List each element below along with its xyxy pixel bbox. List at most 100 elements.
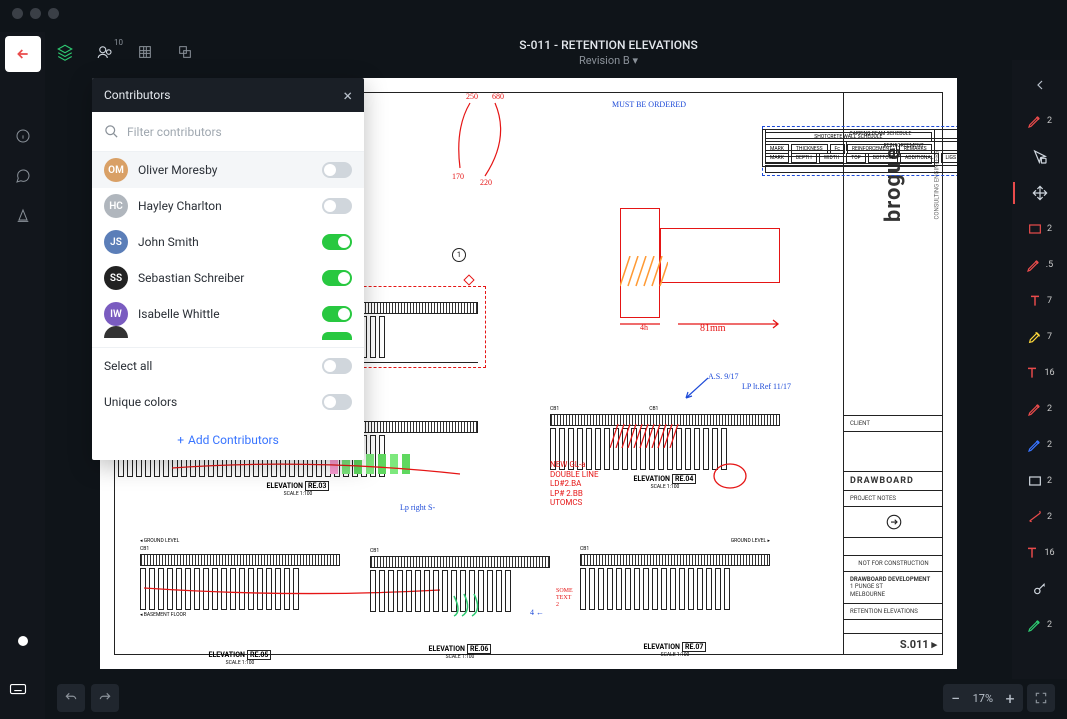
avatar: OM bbox=[104, 158, 128, 182]
rect-icon bbox=[1027, 221, 1043, 237]
node-marker: 1 bbox=[452, 248, 466, 262]
contributor-toggle[interactable] bbox=[322, 162, 352, 178]
hatch-icon bbox=[620, 256, 668, 296]
unique-colors-toggle[interactable] bbox=[322, 394, 352, 410]
compare-icon[interactable] bbox=[165, 34, 205, 70]
right-toolbar: 2 2 .5 7 7 16 2 2 2 2 16 2 bbox=[1012, 60, 1067, 679]
revision-dropdown[interactable]: Revision B ▾ bbox=[205, 54, 1012, 67]
fullscreen-button[interactable] bbox=[1027, 684, 1055, 712]
pen-icon bbox=[1027, 437, 1043, 453]
redo-button[interactable] bbox=[91, 684, 119, 712]
info-icon[interactable] bbox=[5, 118, 41, 154]
minimize-dot[interactable] bbox=[30, 8, 41, 19]
close-icon[interactable]: × bbox=[343, 86, 352, 105]
pen-icon bbox=[1026, 257, 1042, 273]
cursor-tool[interactable] bbox=[1018, 142, 1062, 172]
contributor-row[interactable]: IW Isabelle Whittle bbox=[92, 296, 364, 332]
title-block: brogue CONSULTING ENGINEERS CLIENT DRAWB… bbox=[843, 92, 943, 655]
chat-icon[interactable] bbox=[5, 158, 41, 194]
contributor-toggle[interactable] bbox=[322, 198, 352, 214]
bottom-bar: − 17% + bbox=[45, 677, 1067, 719]
zoom-out-button[interactable]: − bbox=[943, 684, 969, 712]
key-tool[interactable] bbox=[1018, 574, 1062, 604]
elevation-re07: GROUND LEVEL ▸ CB1 ELEVATIONRE.07 SCALE … bbox=[580, 538, 770, 658]
highlighter-tool[interactable]: 7 bbox=[1018, 322, 1062, 352]
back-button[interactable] bbox=[5, 36, 41, 72]
elevation-re05: ◂ GROUND LEVEL CB1 ◂ BASEMENT FLOOR ELEV… bbox=[140, 538, 340, 666]
plus-icon: + bbox=[177, 433, 184, 447]
undo-button[interactable] bbox=[57, 684, 85, 712]
north-arrow-icon bbox=[844, 506, 943, 537]
cone-icon[interactable] bbox=[5, 198, 41, 234]
layers-icon[interactable] bbox=[45, 34, 85, 70]
unique-colors-row[interactable]: Unique colors bbox=[92, 384, 364, 420]
text-tool[interactable]: 16 bbox=[1018, 358, 1062, 388]
filter-contributors-input[interactable] bbox=[127, 125, 352, 139]
contributor-name: Oliver Moresby bbox=[138, 163, 312, 177]
chevron-left-tool[interactable] bbox=[1018, 70, 1062, 100]
document-title: S-011 - RETENTION ELEVATIONS bbox=[205, 38, 1012, 52]
line-tool[interactable]: 2 bbox=[1018, 502, 1062, 532]
pen-tool[interactable]: 2 bbox=[1018, 430, 1062, 460]
line-icon bbox=[1027, 509, 1043, 525]
red-detail-horiz bbox=[660, 228, 780, 283]
move-icon bbox=[1032, 185, 1048, 201]
cursor-icon bbox=[1032, 149, 1048, 165]
drawboard-logo: DRAWBOARD bbox=[844, 471, 943, 490]
key-icon bbox=[1032, 581, 1048, 597]
zoom-in-button[interactable]: + bbox=[997, 684, 1023, 712]
panel-title: Contributors bbox=[104, 88, 170, 102]
contributor-row[interactable]: SS Sebastian Schreiber bbox=[92, 260, 364, 296]
contributor-name: Sebastian Schreiber bbox=[138, 271, 312, 285]
pen-icon bbox=[1027, 401, 1043, 417]
contributor-toggle[interactable] bbox=[322, 306, 352, 322]
pen-tool[interactable]: 2 bbox=[1018, 394, 1062, 424]
red-hatch bbox=[610, 424, 680, 448]
red-arrows bbox=[450, 98, 610, 188]
highlighter-icon bbox=[1027, 329, 1043, 345]
grid-icon[interactable] bbox=[125, 34, 165, 70]
window-traffic-lights bbox=[12, 8, 59, 19]
pen-tool[interactable]: .5 bbox=[1018, 250, 1062, 280]
zoom-dot[interactable] bbox=[48, 8, 59, 19]
contributor-name: Hayley Charlton bbox=[138, 199, 312, 213]
contributor-toggle[interactable] bbox=[322, 270, 352, 286]
pen-tool[interactable]: 2 bbox=[1018, 610, 1062, 640]
avatar: JS bbox=[104, 230, 128, 254]
text-icon bbox=[1024, 545, 1040, 561]
text-icon bbox=[1027, 293, 1043, 309]
search-icon bbox=[104, 124, 119, 139]
contributors-icon[interactable]: 10 bbox=[85, 34, 125, 70]
contributor-name: John Smith bbox=[138, 235, 312, 249]
pen-icon bbox=[1027, 617, 1043, 633]
contributor-row[interactable]: HC Hayley Charlton bbox=[92, 188, 364, 224]
chevron-down-icon: ▾ bbox=[633, 54, 639, 67]
add-contributors-button[interactable]: + Add Contributors bbox=[92, 420, 364, 460]
pen-tool[interactable]: 2 bbox=[1018, 106, 1062, 136]
text-tool[interactable]: 7 bbox=[1018, 286, 1062, 316]
rect-icon bbox=[1027, 473, 1043, 489]
text-tool[interactable]: 16 bbox=[1018, 538, 1062, 568]
contributor-row[interactable]: OM Oliver Moresby bbox=[92, 152, 364, 188]
select-all-toggle[interactable] bbox=[322, 358, 352, 374]
keyboard-icon[interactable] bbox=[0, 671, 36, 707]
avatar: HC bbox=[104, 194, 128, 218]
contributors-panel: Contributors × OM Oliver Moresby HC Hayl… bbox=[92, 78, 364, 460]
rect-tool[interactable]: 2 bbox=[1018, 214, 1062, 244]
pen-icon bbox=[1027, 113, 1043, 129]
contributor-row[interactable]: JS John Smith bbox=[92, 224, 364, 260]
move-tool[interactable] bbox=[1018, 178, 1062, 208]
close-dot[interactable] bbox=[12, 8, 23, 19]
top-bar: 10 S-011 - RETENTION ELEVATIONS Revision… bbox=[45, 32, 1012, 72]
text-icon bbox=[1024, 365, 1040, 381]
avatar: SS bbox=[104, 266, 128, 290]
shotcrete-wall-schedule: SHOTCRETE WALL SCHEDULE MARKTHICKNESSFcR… bbox=[762, 129, 935, 167]
avatar: IW bbox=[104, 302, 128, 326]
contributor-toggle[interactable] bbox=[322, 234, 352, 250]
status-indicator bbox=[5, 623, 41, 659]
select-all-row[interactable]: Select all bbox=[92, 348, 364, 384]
chevron-left-icon bbox=[1032, 77, 1048, 93]
rect-tool[interactable]: 2 bbox=[1018, 466, 1062, 496]
contributor-name: Isabelle Whittle bbox=[138, 307, 312, 321]
zoom-value: 17% bbox=[969, 692, 997, 705]
